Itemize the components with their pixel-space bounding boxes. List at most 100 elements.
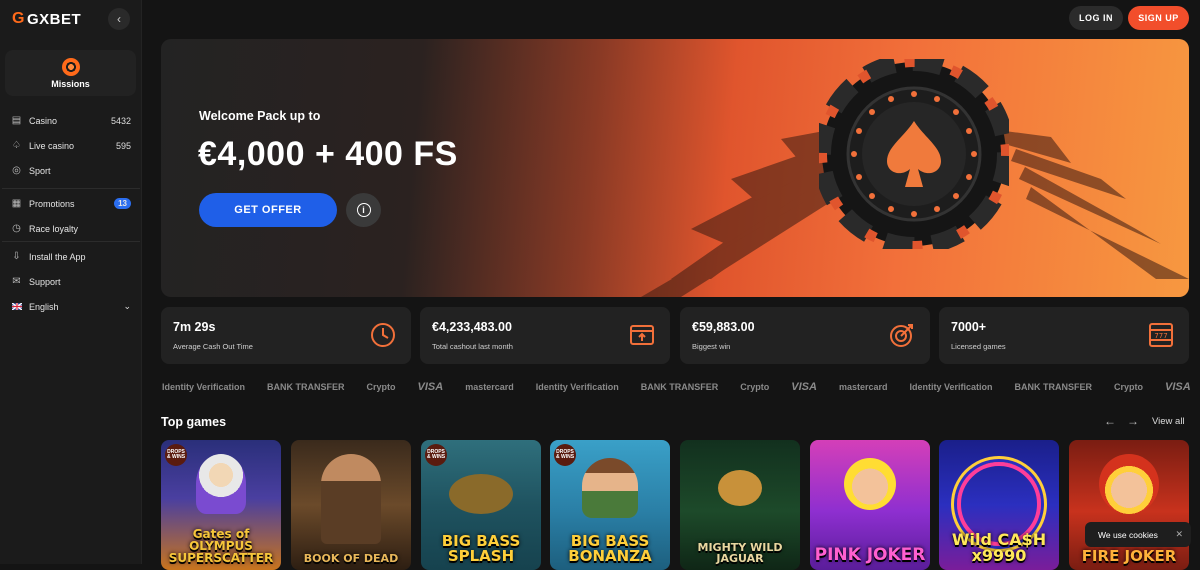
chevron-down-icon: ⌄ <box>123 301 131 311</box>
stat-value: €59,883.00 <box>692 320 755 334</box>
game-card[interactable]: BOOK OF DEAD <box>291 440 411 570</box>
payment-logo: VISA <box>1165 381 1191 393</box>
arrow-left-icon[interactable]: ← <box>1104 414 1116 428</box>
stat-label: Total cashout last month <box>432 342 513 351</box>
payment-logo: BANK TRANSFER <box>267 382 345 392</box>
sidebar-item-label: English <box>29 301 59 312</box>
get-offer-button[interactable]: GET OFFER <box>199 193 337 227</box>
info-button[interactable]: i <box>346 193 381 227</box>
stat-card: €59,883.00 Biggest win <box>680 307 930 364</box>
game-title-art: BOOK OF DEAD <box>303 552 399 565</box>
game-card[interactable]: DROPS & WINS Gates of OLYMPUS SUPERSCATT… <box>161 440 281 570</box>
payment-logo: mastercard <box>838 382 888 392</box>
close-icon[interactable]: ✕ <box>1175 529 1183 540</box>
divider <box>2 188 140 189</box>
sport-icon: ◎ <box>12 165 21 176</box>
payment-logo: BANK TRANSFER <box>1014 382 1093 392</box>
zeus-art <box>196 454 246 514</box>
gift-icon: ▦ <box>11 198 22 209</box>
sidebar-item-label: Race loyalty <box>29 223 79 234</box>
game-title-art: BIG BASS SPLASH <box>441 532 521 565</box>
race-icon: ◷ <box>12 223 21 234</box>
target-icon <box>61 57 80 76</box>
view-all-link[interactable]: View all <box>1152 416 1185 427</box>
sidebar-item-label: Sport <box>29 165 51 176</box>
logo-g-icon: G <box>12 10 25 27</box>
hero-title: €4,000 + 400 FS <box>198 135 458 173</box>
joker-art <box>844 458 896 510</box>
stat-label: Biggest win <box>692 342 731 351</box>
game-card[interactable]: DROPS & WINS BIG BASS SPLASH <box>421 440 541 570</box>
cookie-text: We use cookies <box>1098 529 1158 540</box>
svg-text:777: 777 <box>1154 332 1167 340</box>
casino-icon: ▤ <box>11 115 22 126</box>
game-title-art: BIG BASS BONANZA <box>568 532 652 565</box>
drops-wins-badge: DROPS & WINS <box>165 444 187 466</box>
arrow-right-icon[interactable]: → <box>1127 414 1139 428</box>
game-title-art: MIGHTY WILD JAGUAR <box>697 541 783 565</box>
game-card[interactable]: FIRE JOKER <box>1069 440 1189 570</box>
hero-banner[interactable]: Welcome Pack up to €4,000 + 400 FS GET O… <box>161 39 1189 297</box>
adventurer-art <box>321 454 381 544</box>
item-count: 595 <box>115 140 131 151</box>
payment-methods-strip: Identity Verification BANK TRANSFER Cryp… <box>162 376 1200 398</box>
flag-uk-icon <box>11 302 22 312</box>
collapse-sidebar-button[interactable]: ‹ <box>108 8 130 30</box>
cookie-banner[interactable]: We use cookies ✕ <box>1085 522 1191 547</box>
brand-name: GXBET <box>26 10 82 28</box>
target-icon <box>890 324 913 347</box>
payment-logo: mastercard <box>465 382 514 392</box>
sidebar-item-label: Install the App <box>29 251 86 262</box>
cashout-icon <box>630 325 654 345</box>
brand-logo[interactable]: G GXBET <box>12 10 81 28</box>
sidebar-item-live-casino[interactable]: ♤ Live casino 595 <box>0 133 142 158</box>
payment-logo: Crypto <box>366 382 396 392</box>
sidebar-item-support[interactable]: ✉ Support <box>0 269 142 294</box>
game-card[interactable]: PINK JOKER <box>810 440 930 570</box>
drops-wins-badge: DROPS & WINS <box>554 444 576 466</box>
payment-logo: BANK TRANSFER <box>640 382 719 392</box>
promotions-badge: 13 <box>114 198 131 209</box>
sidebar-item-sport[interactable]: ◎ Sport <box>0 158 142 183</box>
stat-card: €4,233,483.00 Total cashout last month <box>420 307 670 364</box>
main-content: LOG IN SIGN UP Welcome Pack up to €4,000… <box>142 0 1200 570</box>
jaguar-art <box>718 470 762 506</box>
payment-logo: Identity Verification <box>162 382 246 392</box>
sidebar-item-casino[interactable]: ▤ Casino 5432 <box>0 108 142 133</box>
game-card[interactable]: DROPS & WINS BIG BASS BONANZA <box>550 440 670 570</box>
game-title-art: Gates of OLYMPUS SUPERSCATTER <box>168 527 274 565</box>
login-button[interactable]: LOG IN <box>1069 6 1123 30</box>
divider <box>2 241 140 242</box>
install-icon: ⇩ <box>12 251 21 262</box>
signup-button[interactable]: SIGN UP <box>1128 6 1189 30</box>
hero-subtitle: Welcome Pack up to <box>199 109 321 123</box>
nav-group-misc: ⇩ Install the App ✉ Support English ⌄ <box>0 244 142 319</box>
clock-icon <box>371 323 395 347</box>
stat-label: Average Cash Out Time <box>173 342 253 351</box>
missions-label: Missions <box>51 78 90 89</box>
missions-button[interactable]: Missions <box>5 50 136 96</box>
support-icon: ✉ <box>12 276 21 287</box>
sidebar-item-install-app[interactable]: ⇩ Install the App <box>0 244 142 269</box>
top-games-title: Top games <box>161 415 227 429</box>
stat-value: 7m 29s <box>173 320 216 334</box>
nav-group-games: ▤ Casino 5432 ♤ Live casino 595 ◎ Sport <box>0 108 142 189</box>
slot-machine-icon: 777 <box>1149 323 1173 347</box>
info-icon: i <box>356 203 371 217</box>
stat-value: €4,233,483.00 <box>432 320 512 334</box>
drops-wins-badge: DROPS & WINS <box>425 444 447 466</box>
game-card[interactable]: Wild CA$H x9990 <box>939 440 1059 570</box>
payment-logo: Crypto <box>1114 382 1144 392</box>
stat-label: Licensed games <box>951 342 1006 351</box>
payment-logo: VISA <box>791 381 817 393</box>
sidebar-item-race-loyalty[interactable]: ◷ Race loyalty <box>0 216 142 241</box>
language-selector[interactable]: English ⌄ <box>0 294 142 319</box>
game-card[interactable]: MIGHTY WILD JAGUAR <box>680 440 800 570</box>
sidebar-item-promotions[interactable]: ▦ Promotions 13 <box>0 191 142 216</box>
stat-value: 7000+ <box>951 320 987 334</box>
payment-logo: Identity Verification <box>909 382 993 392</box>
sidebar-item-label: Promotions <box>29 198 75 209</box>
payment-logo: Identity Verification <box>535 382 619 392</box>
poker-chip-icon <box>819 59 1009 249</box>
payment-logo: VISA <box>417 381 444 393</box>
